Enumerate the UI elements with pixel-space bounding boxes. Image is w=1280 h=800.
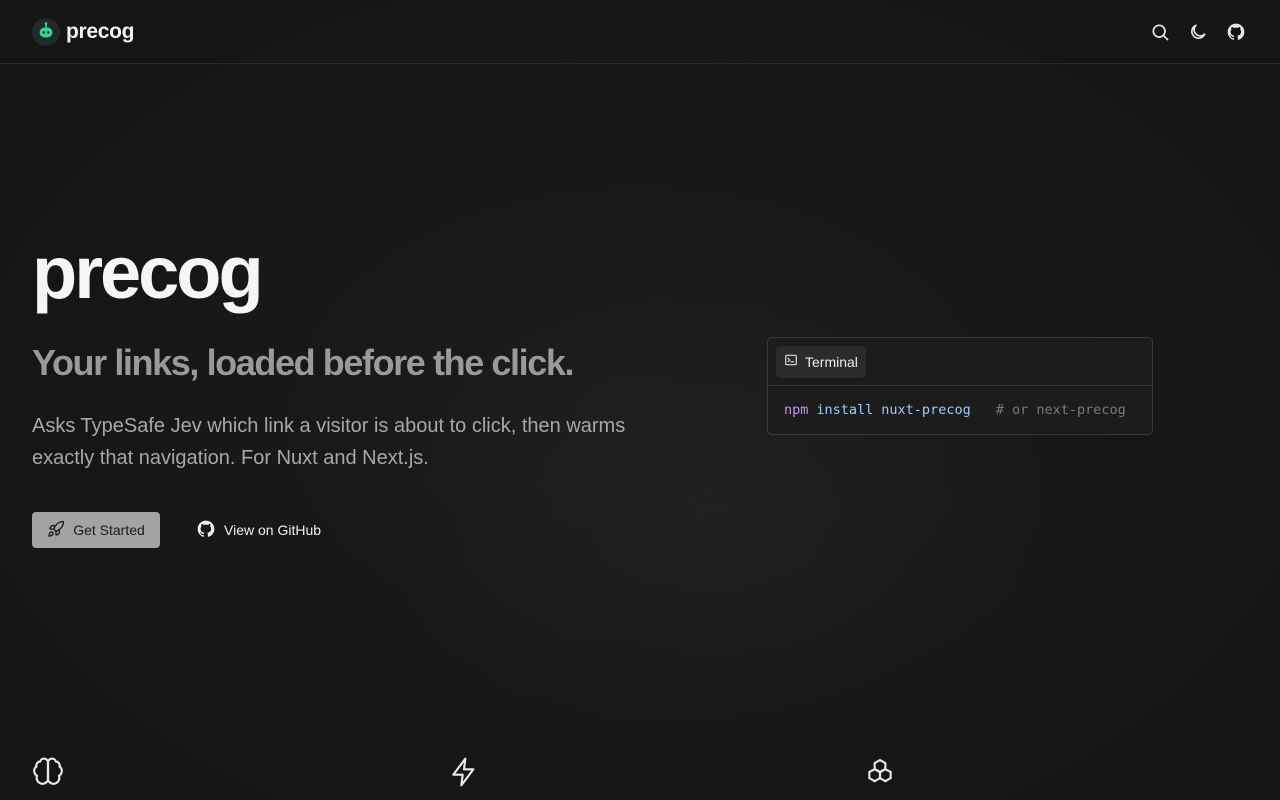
header-actions <box>1148 20 1248 44</box>
terminal-command-line[interactable]: npm install nuxt-precog # or next-precog <box>768 386 1152 434</box>
search-icon[interactable] <box>1148 20 1172 44</box>
brand-name: precog <box>66 19 135 43</box>
terminal-tab[interactable]: Terminal <box>776 345 866 378</box>
comment-token: # or next-precog <box>995 402 1126 418</box>
package-token: nuxt-precog <box>881 402 971 418</box>
command-token: npm <box>784 402 809 418</box>
github-icon <box>196 519 216 542</box>
view-on-github-label: View on GitHub <box>224 522 322 538</box>
brain-icon <box>32 756 64 788</box>
robot-logo-icon <box>32 17 60 46</box>
get-started-label: Get Started <box>73 522 145 538</box>
hero-description: Asks TypeSafe Jev which link a visitor i… <box>32 415 626 469</box>
view-on-github-button[interactable]: View on GitHub <box>188 512 329 548</box>
boxes-icon <box>864 756 896 788</box>
terminal-tabbar: Terminal <box>768 338 1152 386</box>
terminal-tab-label: Terminal <box>805 353 858 370</box>
terminal-icon <box>784 353 798 370</box>
rocket-icon <box>47 520 65 541</box>
moon-icon[interactable] <box>1186 20 1210 44</box>
hero-title: precog <box>32 231 264 314</box>
site-header: precog <box>0 0 1280 64</box>
brand-link[interactable]: precog <box>32 17 135 46</box>
terminal-card: Terminal npm install nuxt-precog # or ne… <box>767 337 1153 435</box>
github-icon[interactable] <box>1224 20 1248 44</box>
subcommand-token: install <box>816 402 874 418</box>
zap-icon <box>448 756 480 788</box>
get-started-button[interactable]: Get Started <box>32 512 160 548</box>
hero-tagline: Your links, loaded before the click. <box>32 342 574 383</box>
